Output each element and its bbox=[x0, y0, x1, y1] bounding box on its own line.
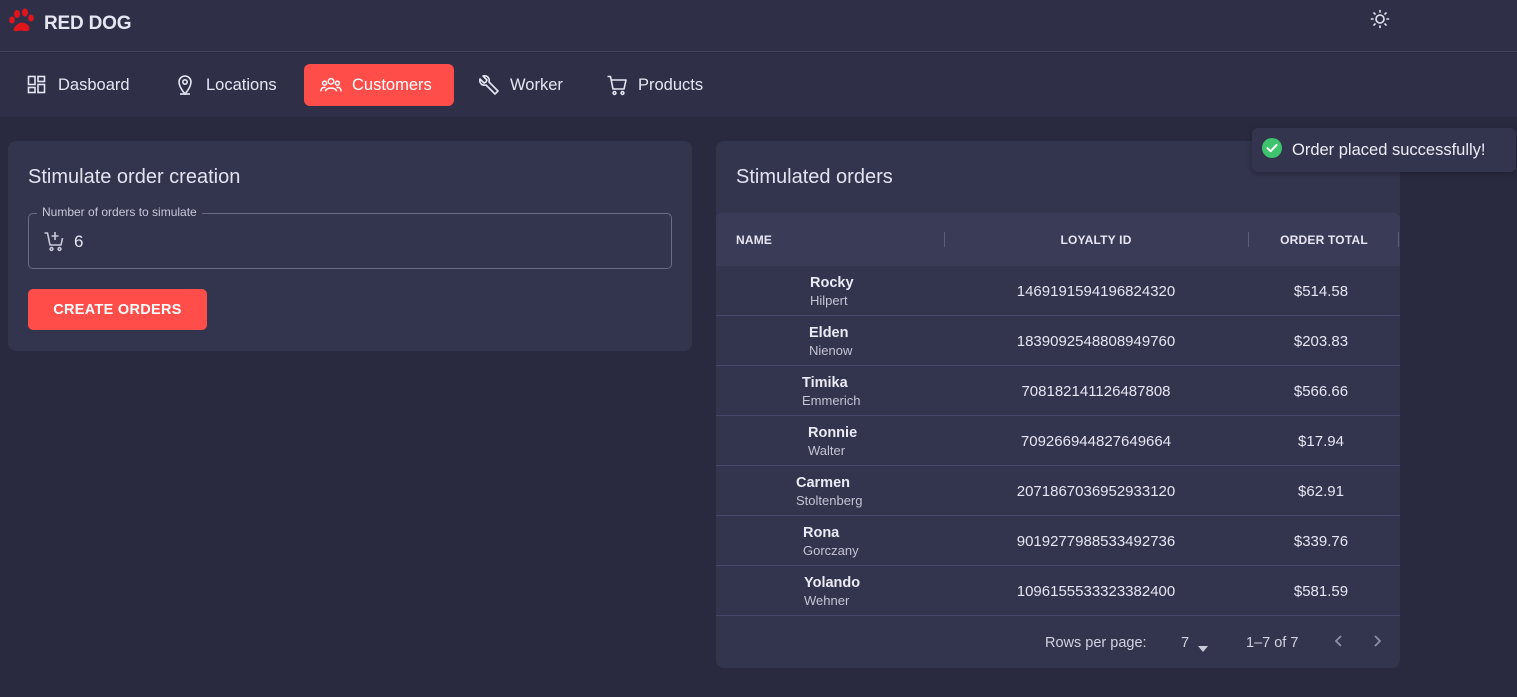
loyalty-id: 2071867036952933120 bbox=[1016, 483, 1176, 500]
loyalty-id: 709266944827649664 bbox=[1020, 433, 1172, 450]
order-total: $17.94 bbox=[1298, 433, 1344, 450]
nav-item-locations[interactable]: Locations bbox=[158, 64, 293, 106]
first-name: Rocky bbox=[810, 275, 854, 291]
last-name: Nienow bbox=[809, 343, 853, 358]
table-body: Rocky Hilpert 1469191594196824320 $514.5… bbox=[716, 266, 1400, 616]
nav-label: Worker bbox=[510, 75, 563, 94]
customer-name: Ronnie Walter bbox=[808, 425, 857, 459]
loyalty-id: 1096155533323382400 bbox=[1016, 583, 1176, 600]
customer-name: Rona Gorczany bbox=[803, 525, 859, 559]
main-nav: Dasboard Locations Customers Worker Prod… bbox=[0, 53, 1517, 117]
check-circle-icon bbox=[1262, 137, 1282, 163]
nav-item-dashboard[interactable]: Dasboard bbox=[10, 64, 146, 106]
last-name: Gorczany bbox=[803, 543, 859, 558]
loyalty-id: 708182141126487808 bbox=[1021, 383, 1171, 400]
theme-toggle-button[interactable] bbox=[1368, 9, 1392, 33]
loyalty-id: 1469191594196824320 bbox=[1016, 283, 1176, 300]
table-row[interactable]: Carmen Stoltenberg 2071867036952933120 $… bbox=[716, 466, 1400, 516]
first-name: Elden bbox=[809, 325, 849, 341]
orders-count-label: Number of orders to simulate bbox=[37, 205, 202, 219]
rows-per-page-select[interactable]: 7 bbox=[1176, 628, 1216, 658]
next-page-button[interactable] bbox=[1366, 631, 1390, 655]
brand[interactable]: RED DOG bbox=[8, 8, 131, 39]
nav-item-customers[interactable]: Customers bbox=[304, 64, 454, 106]
last-name: Stoltenberg bbox=[796, 493, 863, 508]
caret-down-icon bbox=[1198, 639, 1208, 657]
wrench-icon bbox=[478, 74, 500, 96]
table-pagination: Rows per page: 7 1–7 of 7 bbox=[716, 618, 1400, 668]
first-name: Timika bbox=[802, 375, 848, 391]
chevron-left-icon bbox=[1334, 634, 1342, 652]
nav-label: Locations bbox=[206, 75, 277, 94]
column-separator[interactable] bbox=[1398, 232, 1399, 247]
table-header: NAME LOYALTY ID ORDER TOTAL bbox=[716, 213, 1400, 266]
customer-name: Timika Emmerich bbox=[802, 375, 861, 409]
table-row[interactable]: Ronnie Walter 709266944827649664 $17.94 bbox=[716, 416, 1400, 466]
nav-label: Dasboard bbox=[58, 75, 130, 94]
brand-name: RED DOG bbox=[44, 12, 132, 34]
last-name: Wehner bbox=[804, 593, 850, 608]
sun-icon bbox=[1370, 9, 1390, 34]
orders-table: NAME LOYALTY ID ORDER TOTAL Rocky Hilper… bbox=[716, 213, 1400, 652]
orders-card-title: Stimulated orders bbox=[736, 166, 893, 188]
column-header-order-total[interactable]: ORDER TOTAL bbox=[1248, 213, 1400, 266]
nav-item-worker[interactable]: Worker bbox=[462, 64, 579, 106]
simulate-order-card: Stimulate order creation Number of order… bbox=[8, 141, 692, 351]
add-to-cart-icon bbox=[43, 230, 65, 252]
column-header-loyalty-id[interactable]: LOYALTY ID bbox=[944, 213, 1248, 266]
orders-count-field[interactable]: Number of orders to simulate bbox=[28, 205, 672, 269]
first-name: Rona bbox=[803, 525, 840, 541]
column-header-name[interactable]: NAME bbox=[736, 213, 772, 266]
order-total: $62.91 bbox=[1298, 483, 1344, 500]
first-name: Yolando bbox=[804, 575, 861, 591]
table-row[interactable]: Elden Nienow 1839092548808949760 $203.83 bbox=[716, 316, 1400, 366]
success-toast[interactable]: Order placed successfully! bbox=[1252, 128, 1516, 172]
customer-name: Rocky Hilpert bbox=[810, 275, 854, 309]
table-row[interactable]: Timika Emmerich 708182141126487808 $566.… bbox=[716, 366, 1400, 416]
nav-item-products[interactable]: Products bbox=[590, 64, 719, 106]
chevron-right-icon bbox=[1374, 634, 1382, 652]
orders-count-input[interactable] bbox=[74, 232, 634, 252]
order-total: $203.83 bbox=[1293, 333, 1349, 350]
customer-name: Yolando Wehner bbox=[804, 575, 860, 609]
table-row[interactable]: Rocky Hilpert 1469191594196824320 $514.5… bbox=[716, 266, 1400, 316]
top-bar: RED DOG bbox=[0, 0, 1517, 52]
dashboard-icon bbox=[26, 74, 48, 96]
last-name: Hilpert bbox=[810, 293, 848, 308]
previous-page-button[interactable] bbox=[1326, 631, 1350, 655]
first-name: Carmen bbox=[796, 475, 850, 491]
loyalty-id: 9019277988533492736 bbox=[1016, 533, 1176, 550]
people-icon bbox=[320, 74, 342, 96]
create-orders-button[interactable]: CREATE ORDERS bbox=[28, 289, 207, 330]
orders-card: Stimulated orders NAME LOYALTY ID ORDER … bbox=[716, 141, 1400, 668]
order-total: $514.58 bbox=[1293, 283, 1349, 300]
paw-icon bbox=[8, 8, 38, 39]
location-pin-icon bbox=[174, 74, 196, 96]
simulate-card-title: Stimulate order creation bbox=[28, 166, 241, 188]
customer-name: Elden Nienow bbox=[809, 325, 852, 359]
rows-per-page-label: Rows per page: bbox=[1045, 635, 1147, 651]
customer-name: Carmen Stoltenberg bbox=[796, 475, 863, 509]
pagination-range: 1–7 of 7 bbox=[1246, 635, 1299, 651]
table-row[interactable]: Yolando Wehner 1096155533323382400 $581.… bbox=[716, 566, 1400, 616]
order-total: $339.76 bbox=[1293, 533, 1349, 550]
last-name: Emmerich bbox=[802, 393, 861, 408]
order-total: $566.66 bbox=[1293, 383, 1349, 400]
cart-icon bbox=[606, 74, 628, 96]
order-total: $581.59 bbox=[1293, 583, 1349, 600]
toast-message: Order placed successfully! bbox=[1292, 140, 1486, 159]
nav-label: Products bbox=[638, 75, 704, 94]
loyalty-id: 1839092548808949760 bbox=[1016, 333, 1176, 350]
first-name: Ronnie bbox=[808, 425, 858, 441]
last-name: Walter bbox=[808, 443, 846, 458]
rows-per-page-value: 7 bbox=[1181, 635, 1190, 651]
table-row[interactable]: Rona Gorczany 9019277988533492736 $339.7… bbox=[716, 516, 1400, 566]
nav-label: Customers bbox=[352, 75, 432, 94]
